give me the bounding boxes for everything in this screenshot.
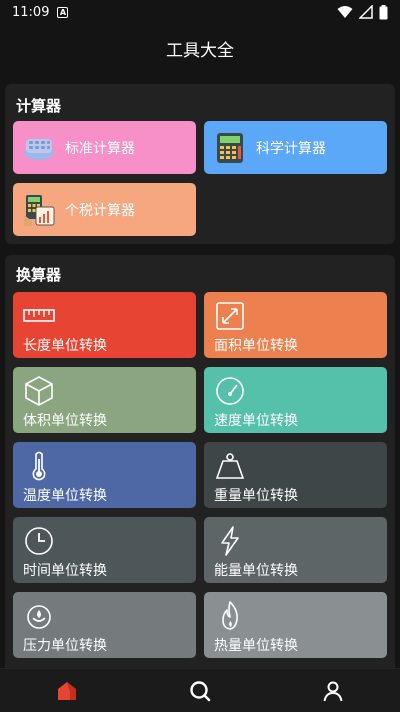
tax-calculator-icon: [21, 192, 57, 228]
length-converter-card[interactable]: 长度单位转换: [13, 292, 196, 358]
home-icon: [57, 681, 76, 700]
weight-icon: [215, 453, 245, 479]
search-icon: [190, 680, 211, 701]
standard-calculator-icon: [21, 130, 57, 166]
profile-icon: [323, 681, 343, 701]
standard-calculator-label: 标准计算器: [65, 140, 135, 157]
page-title: 工具大全: [166, 40, 234, 61]
status-bar: 11:09 A: [0, 0, 400, 24]
converter-section: 换算器 长度单位转换 面积单位转换 体积单位转换 速度单位转换 温度单位转换 重…: [5, 255, 395, 668]
lightning-icon: [221, 526, 239, 556]
area-expand-icon: [216, 302, 244, 330]
weight-converter-label: 重量单位转换: [214, 488, 298, 504]
tax-calculator-label: 个税计算器: [65, 202, 135, 219]
speedometer-icon: [216, 377, 244, 405]
time-converter-card[interactable]: 时间单位转换: [13, 517, 196, 583]
signal-icon: [359, 5, 373, 19]
cube-icon: [25, 376, 53, 406]
pressure-converter-card[interactable]: 压力单位转换: [13, 592, 196, 658]
area-converter-label: 面积单位转换: [214, 338, 298, 354]
bottom-nav: [0, 668, 400, 712]
pressure-icon: [27, 605, 51, 629]
speed-converter-card[interactable]: 速度单位转换: [204, 367, 387, 433]
content-area[interactable]: 计算器 标准计算器 科学计算器 个税计算器 换算器 长度单位转换 面积单位转换 …: [0, 72, 400, 668]
area-converter-card[interactable]: 面积单位转换: [204, 292, 387, 358]
volume-converter-card[interactable]: 体积单位转换: [13, 367, 196, 433]
ruler-icon: [23, 309, 55, 322]
energy-converter-card[interactable]: 能量单位转换: [204, 517, 387, 583]
battery-icon: [379, 4, 388, 19]
section-title-calculators: 计算器: [16, 97, 62, 115]
app-bar: 工具大全: [0, 24, 400, 72]
length-converter-label: 长度单位转换: [23, 338, 107, 354]
pressure-converter-label: 压力单位转换: [23, 638, 107, 654]
tax-calculator-card[interactable]: 个税计算器: [13, 183, 196, 236]
energy-converter-label: 能量单位转换: [214, 563, 298, 579]
calculator-section: 计算器 标准计算器 科学计算器 个税计算器: [5, 84, 395, 244]
volume-converter-label: 体积单位转换: [23, 413, 107, 429]
thermometer-icon: [32, 451, 46, 481]
nav-profile[interactable]: [303, 669, 363, 712]
time-converter-label: 时间单位转换: [23, 563, 107, 579]
scientific-calculator-card[interactable]: 科学计算器: [204, 121, 387, 174]
wifi-icon: [337, 6, 353, 18]
heat-converter-card[interactable]: 热量单位转换: [204, 592, 387, 658]
nav-home[interactable]: [37, 669, 97, 712]
clock-icon: [25, 527, 53, 555]
weight-converter-card[interactable]: 重量单位转换: [204, 442, 387, 508]
heat-converter-label: 热量单位转换: [214, 638, 298, 654]
standard-calculator-card[interactable]: 标准计算器: [13, 121, 196, 174]
scientific-calculator-label: 科学计算器: [256, 140, 326, 157]
temperature-converter-label: 温度单位转换: [23, 488, 107, 504]
nav-search[interactable]: [170, 669, 230, 712]
speed-converter-label: 速度单位转换: [214, 413, 298, 429]
flame-icon: [222, 601, 238, 630]
section-title-converters: 换算器: [16, 266, 62, 284]
temperature-converter-card[interactable]: 温度单位转换: [13, 442, 196, 508]
notification-icon: A: [57, 6, 69, 18]
status-time: 11:09: [12, 4, 50, 20]
scientific-calculator-icon: [212, 130, 248, 166]
